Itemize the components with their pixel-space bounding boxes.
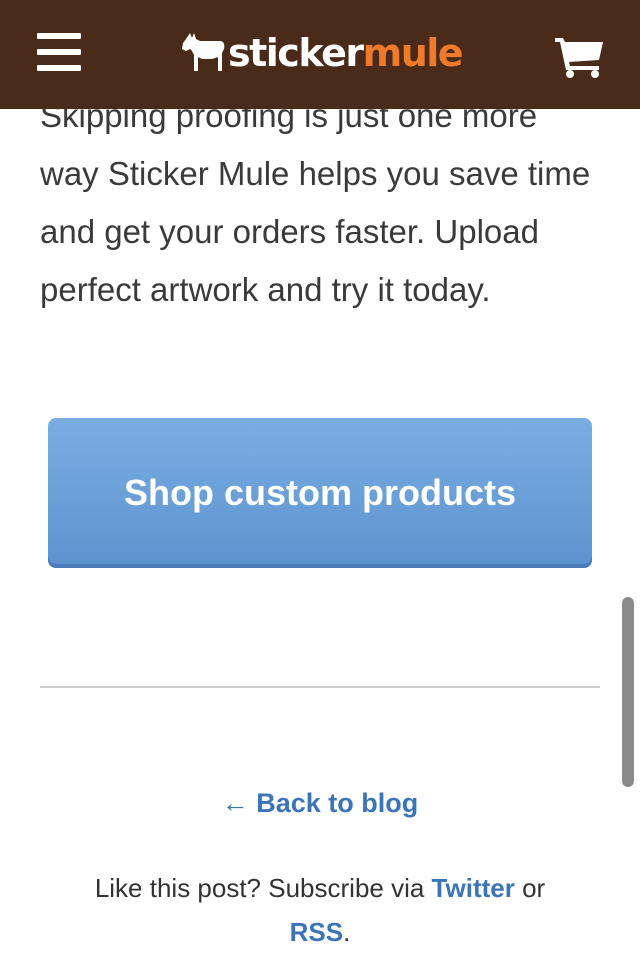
subscribe-prefix: Like this post? Subscribe via	[94, 873, 432, 903]
logo-text-sticker: sticker	[228, 31, 364, 75]
subscribe-middle: or	[514, 873, 546, 903]
hamburger-menu-icon[interactable]	[37, 33, 81, 73]
section-divider	[40, 686, 600, 688]
page: Skipping proofing is just one more way S…	[0, 0, 640, 959]
twitter-link[interactable]: Twitter	[432, 873, 515, 903]
logo-text-mule: mule	[362, 31, 464, 75]
mule-logo-icon	[182, 33, 225, 71]
back-to-blog-link[interactable]: ← Back to blog	[0, 788, 640, 819]
shopping-cart-icon[interactable]	[555, 36, 605, 78]
rss-link[interactable]: RSS	[290, 917, 343, 947]
menu-bar-line	[37, 65, 81, 71]
shop-custom-products-button[interactable]: Shop custom products	[48, 418, 592, 568]
menu-bar-line	[37, 49, 81, 55]
article-paragraph: Skipping proofing is just one more way S…	[40, 97, 591, 308]
subscribe-suffix: .	[343, 917, 351, 947]
logo-wordmark: stickermule	[228, 31, 464, 75]
menu-bar-line	[37, 33, 81, 39]
sticker-mule-logo[interactable]: stickermule	[180, 28, 464, 78]
scrollbar-thumb[interactable]	[622, 597, 634, 787]
subscribe-text: Like this post? Subscribe via Twitter or…	[40, 866, 600, 954]
top-nav-bar: stickermule	[0, 0, 640, 109]
